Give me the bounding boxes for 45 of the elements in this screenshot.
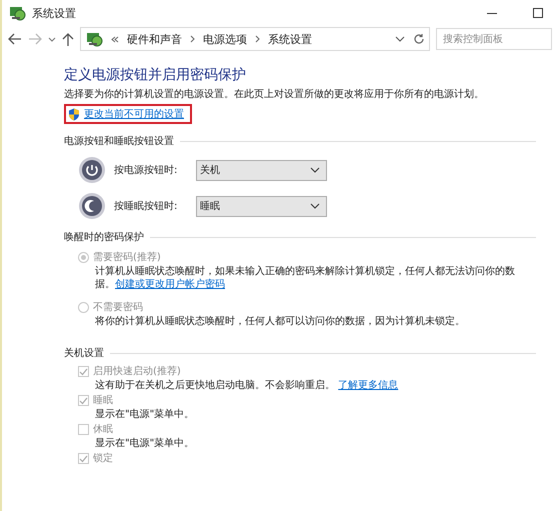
setting-label: 按睡眠按钮时: bbox=[114, 200, 178, 213]
option-label: 需要密码(推荐) bbox=[93, 251, 161, 264]
section-title: 关机设置 bbox=[64, 346, 104, 360]
action-dropdown[interactable]: 关机 bbox=[196, 160, 327, 180]
option-description: 显示在"电源"菜单中。 bbox=[95, 408, 196, 421]
option-description: 将你的计算机从睡眠状态唤醒时，任何人都可以访问你的数据，因为计算机未锁定。 bbox=[95, 315, 466, 328]
chevron-right-icon bbox=[255, 35, 260, 43]
chevron-down-icon bbox=[310, 203, 320, 209]
control-panel-icon bbox=[85, 31, 103, 47]
chevron-right-icon bbox=[190, 35, 195, 43]
page-description: 选择要为你的计算机设置的电源设置。在此页上对设置所做的更改将应用于你所有的电源计划。 bbox=[64, 88, 485, 102]
section-title: 电源按钮和睡眠按钮设置 bbox=[64, 134, 174, 148]
up-button[interactable] bbox=[62, 32, 74, 46]
option-description: 显示在"电源"菜单中。 bbox=[95, 437, 196, 450]
option-label: 不需要密码 bbox=[93, 301, 143, 314]
page-heading: 定义电源按钮并启用密码保护 bbox=[64, 66, 247, 84]
option-description: 这有助于在关机之后更快地启动电脑。不会影响重启。 了解更多信息 bbox=[95, 379, 400, 392]
double-chevron-icon bbox=[111, 36, 119, 42]
breadcrumb-item[interactable]: 硬件和声音 bbox=[127, 32, 182, 46]
breadcrumb-item[interactable]: 电源选项 bbox=[203, 32, 247, 46]
power-icon bbox=[78, 156, 106, 184]
option-label: 启用快速启动(推荐) bbox=[93, 365, 181, 378]
forward-button[interactable] bbox=[28, 33, 42, 45]
moon-icon bbox=[78, 192, 106, 220]
shield-icon bbox=[68, 108, 80, 120]
maximize-icon bbox=[533, 8, 543, 18]
action-dropdown[interactable]: 睡眠 bbox=[196, 196, 327, 216]
address-bar[interactable]: 硬件和声音 电源选项 系统设置 bbox=[80, 27, 430, 51]
option-label: 锁定 bbox=[93, 452, 113, 465]
change-settings-link[interactable]: 更改当前不可用的设置 bbox=[84, 107, 184, 121]
chevron-down-icon bbox=[310, 167, 320, 173]
option-label: 睡眠 bbox=[93, 394, 113, 407]
window-title: 系统设置 bbox=[32, 6, 77, 20]
minimize-icon bbox=[487, 12, 497, 14]
search-field[interactable]: 搜索控制面板 bbox=[436, 28, 552, 50]
breadcrumb-item[interactable]: 系统设置 bbox=[268, 32, 312, 46]
setting-label: 按电源按钮时: bbox=[114, 164, 178, 177]
recent-dropdown-button[interactable] bbox=[48, 36, 56, 42]
option-description: 计算机从睡眠状态唤醒时，如果未输入正确的密码来解除计算机锁定，任何人都无法访问你的数据。创建或更改用户帐户密码 bbox=[95, 265, 515, 291]
chevron-down-icon[interactable] bbox=[395, 36, 405, 42]
control-panel-icon bbox=[8, 5, 26, 21]
back-button[interactable] bbox=[8, 33, 22, 45]
section-title: 唤醒时的密码保护 bbox=[64, 230, 144, 244]
option-label: 休眠 bbox=[93, 423, 113, 436]
refresh-icon[interactable] bbox=[413, 33, 425, 45]
